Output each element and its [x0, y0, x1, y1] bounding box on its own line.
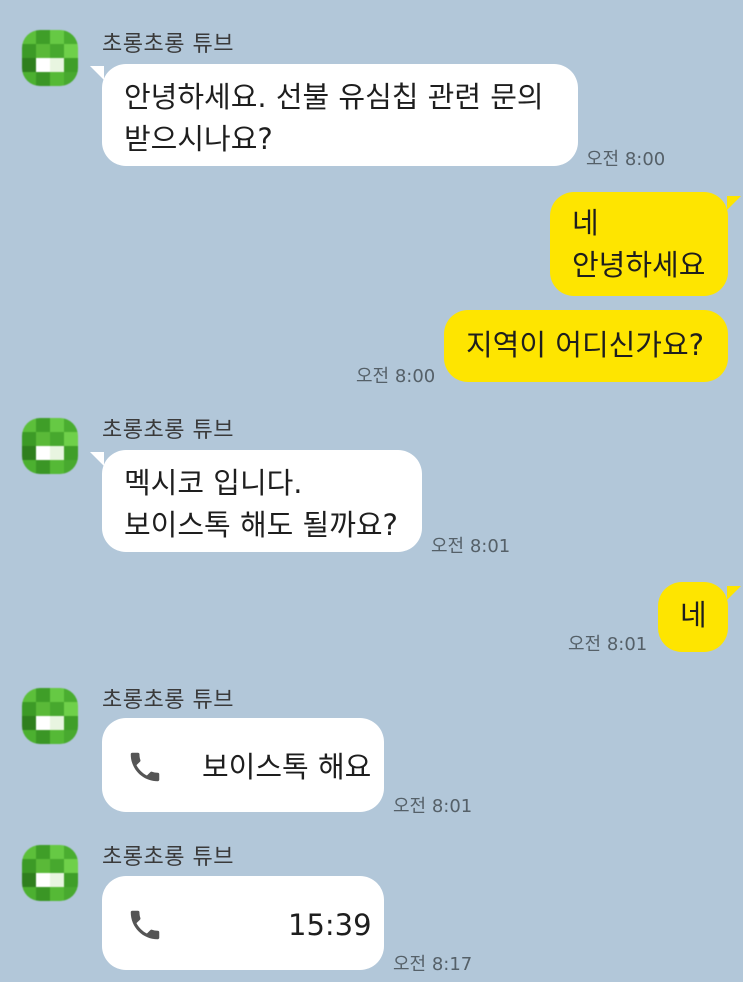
sender-name[interactable]: 초롱초롱 튜브 — [102, 839, 234, 871]
outgoing-message[interactable]: 네 안녕하세요 — [550, 192, 728, 296]
voice-call-message[interactable]: 보이스톡 해요 — [102, 718, 384, 812]
message-time: 오전 8:00 — [356, 366, 436, 387]
message-time: 오전 8:01 — [568, 634, 648, 655]
phone-icon — [130, 752, 160, 782]
voice-call-label: 보이스톡 해요 — [202, 750, 372, 784]
sender-avatar[interactable] — [22, 418, 78, 474]
message-time: 오전 8:00 — [586, 149, 666, 170]
phone-icon — [130, 910, 160, 940]
message-time: 오전 8:01 — [393, 796, 473, 817]
sender-name[interactable]: 초롱초롱 튜브 — [102, 26, 234, 58]
message-time: 오전 8:01 — [431, 536, 511, 557]
incoming-message[interactable]: 안녕하세요. 선불 유심칩 관련 문의 받으시나요? — [102, 64, 578, 166]
bubble-tail — [727, 586, 741, 600]
message-time: 오전 8:17 — [393, 954, 473, 975]
bubble-tail — [90, 452, 104, 466]
sender-avatar[interactable] — [22, 845, 78, 901]
sender-avatar[interactable] — [22, 30, 78, 86]
bubble-tail — [90, 66, 104, 80]
sender-name[interactable]: 초롱초롱 튜브 — [102, 412, 234, 444]
bubble-tail — [727, 196, 741, 210]
incoming-message[interactable]: 멕시코 입니다. 보이스톡 해도 될까요? — [102, 450, 422, 552]
outgoing-message[interactable]: 지역이 어디신가요? — [444, 310, 728, 382]
sender-avatar[interactable] — [22, 688, 78, 744]
voice-call-message[interactable]: 15:39 — [102, 876, 384, 970]
outgoing-message[interactable]: 네 — [658, 582, 728, 652]
sender-name[interactable]: 초롱초롱 튜브 — [102, 682, 234, 714]
call-duration: 15:39 — [288, 908, 372, 942]
